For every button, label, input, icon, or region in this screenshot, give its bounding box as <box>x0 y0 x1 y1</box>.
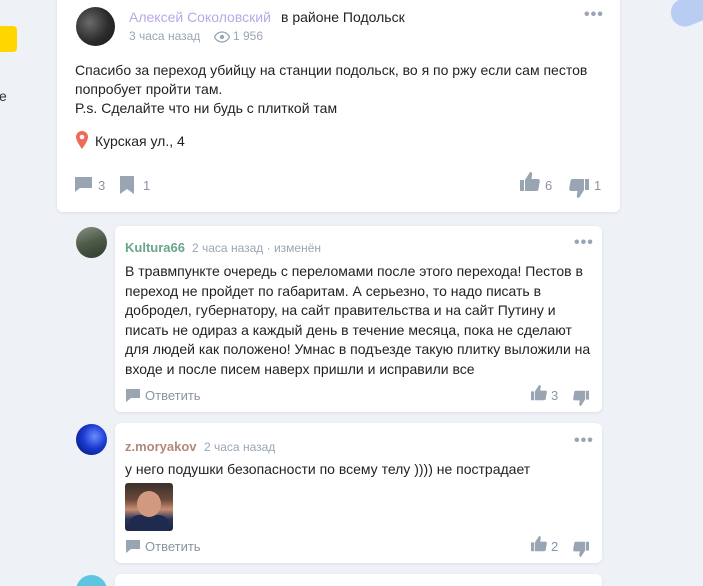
reply-button[interactable]: Ответить <box>145 388 201 403</box>
thumbs-up-icon[interactable] <box>531 385 547 406</box>
post-time: 3 часа назад <box>129 29 201 43</box>
eye-icon <box>213 30 231 48</box>
post-likes-count: 6 <box>545 178 553 193</box>
post-author-avatar[interactable] <box>76 7 115 46</box>
yellow-action-button[interactable] <box>0 26 17 52</box>
comment-text-line: входе и после писем наверх пришли и испр… <box>125 360 475 377</box>
thumbs-down-icon[interactable] <box>569 178 589 203</box>
post-text-line: P.s. Сделайте что ни будь с плиткой там <box>75 100 338 116</box>
comment-author-avatar[interactable] <box>76 424 107 455</box>
comment-text-line: для людей как положено! Умнас в подъезде… <box>125 341 591 357</box>
decorative-blob <box>666 0 703 31</box>
thumbs-down-icon[interactable] <box>573 541 589 562</box>
location-pin-icon <box>76 131 88 154</box>
reply-comment-icon[interactable] <box>126 389 140 407</box>
comment-more-dots-icon[interactable]: ••• <box>574 234 594 252</box>
bookmark-icon[interactable] <box>120 176 134 199</box>
comment-author-avatar[interactable] <box>76 227 107 258</box>
comment-meta: 2 часа назад <box>204 440 276 454</box>
post-location-prefix: в районе Подольск <box>281 9 405 25</box>
comment-text-line: у него подушки безопасности по всему тел… <box>125 461 531 477</box>
left-sidebar-edge: е <box>0 0 20 586</box>
comment-attached-image[interactable] <box>125 483 173 531</box>
comment-text-line: В травмпункте очередь с переломами после… <box>125 263 583 279</box>
comment-text: у него подушки безопасности по всему тел… <box>125 460 595 480</box>
post-bookmarks-count: 1 <box>143 178 151 193</box>
post-dislikes-count: 1 <box>594 178 602 193</box>
comment-text: В травмпункте очередь с переломами после… <box>125 262 595 379</box>
thumbs-up-icon[interactable] <box>520 172 540 197</box>
comment-text-line: добродел, губернатору, на сайт правитель… <box>125 302 556 318</box>
reply-button[interactable]: Ответить <box>145 539 201 554</box>
comment-likes-count: 3 <box>551 388 559 403</box>
thumbs-down-icon[interactable] <box>573 390 589 411</box>
comment-text-line: писать не одираз а каждый день в течение… <box>125 321 572 338</box>
comment-author-name[interactable]: Kultura66 <box>125 240 185 255</box>
post-address[interactable]: Курская ул., 4 <box>95 133 185 149</box>
post-views: 1 956 <box>233 29 264 43</box>
post-text-line: попробует пройти там. <box>75 81 223 97</box>
image-figure-suit <box>129 515 169 531</box>
image-figure-face <box>137 491 161 517</box>
comment-card-partial <box>115 574 602 586</box>
comment-author-name[interactable]: z.moryakov <box>125 439 197 454</box>
comment-more-dots-icon[interactable]: ••• <box>574 432 594 450</box>
comment-author-avatar[interactable] <box>76 575 107 586</box>
sidebar-clipped-text: е <box>0 88 7 104</box>
post-comments-count: 3 <box>98 178 106 193</box>
thumbs-up-icon[interactable] <box>531 536 547 557</box>
comment-likes-count: 2 <box>551 539 559 554</box>
reply-comment-icon[interactable] <box>126 540 140 558</box>
comment-text-line: переход не пройдет по габаритам. А серье… <box>125 282 542 299</box>
post-more-dots-icon[interactable]: ••• <box>584 6 604 24</box>
comment-icon[interactable] <box>74 176 93 198</box>
post-text-line: Спасибо за переход убийцу на станции под… <box>75 62 588 78</box>
post-author-name[interactable]: Алексей Соколовский <box>129 9 271 25</box>
post-text: Спасибо за переход убийцу на станции под… <box>75 61 605 118</box>
comment-meta: 2 часа назад · изменён <box>192 241 322 255</box>
